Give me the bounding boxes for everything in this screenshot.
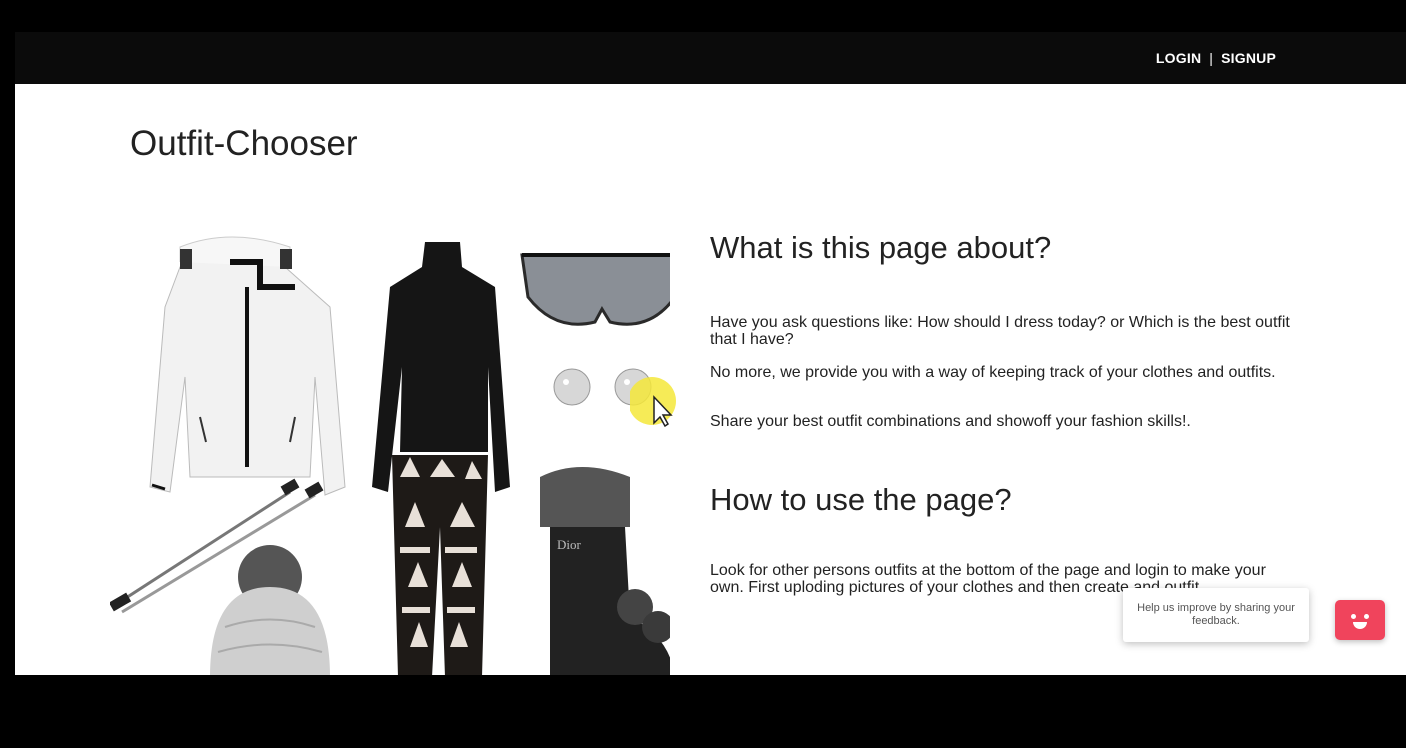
login-link[interactable]: LOGIN [1156, 50, 1201, 66]
feedback-tooltip[interactable]: Help us improve by sharing your feedback… [1123, 588, 1309, 642]
auth-links: LOGIN | SIGNUP [1156, 50, 1276, 66]
browser-viewport: LOGIN | SIGNUP Outfit-Chooser Dior What … [15, 32, 1406, 675]
boot-brand-label: Dior [557, 537, 582, 552]
video-letterbox-top [0, 0, 1406, 32]
about-paragraph-1: Have you ask questions like: How should … [710, 314, 1290, 348]
feedback-face-icon [1351, 614, 1356, 619]
outfit-collage-image: Dior [110, 236, 670, 675]
white-jacket [149, 236, 346, 496]
top-navbar: LOGIN | SIGNUP [15, 32, 1406, 84]
nav-separator: | [1209, 50, 1214, 66]
site-title: Outfit-Chooser [130, 124, 358, 163]
about-paragraph-3: Share your best outfit combinations and … [710, 413, 1191, 430]
video-letterbox-bottom [0, 675, 1406, 748]
about-heading: What is this page about? [710, 230, 1052, 265]
printed-leggings [392, 455, 488, 675]
feedback-tooltip-text: Help us improve by sharing your feedback… [1137, 602, 1295, 627]
black-turtleneck [372, 242, 510, 492]
signup-link[interactable]: SIGNUP [1221, 50, 1276, 66]
feedback-face-icon-eye [1364, 614, 1369, 619]
knit-hat [210, 545, 330, 675]
sunglasses [520, 253, 670, 326]
howto-heading: How to use the page? [710, 482, 1012, 517]
fur-boot: Dior [540, 467, 670, 675]
feedback-face-icon-mouth [1353, 622, 1367, 629]
feedback-button[interactable] [1335, 600, 1385, 640]
about-paragraph-2: No more, we provide you with a way of ke… [710, 364, 1276, 381]
mouse-cursor [628, 377, 680, 428]
